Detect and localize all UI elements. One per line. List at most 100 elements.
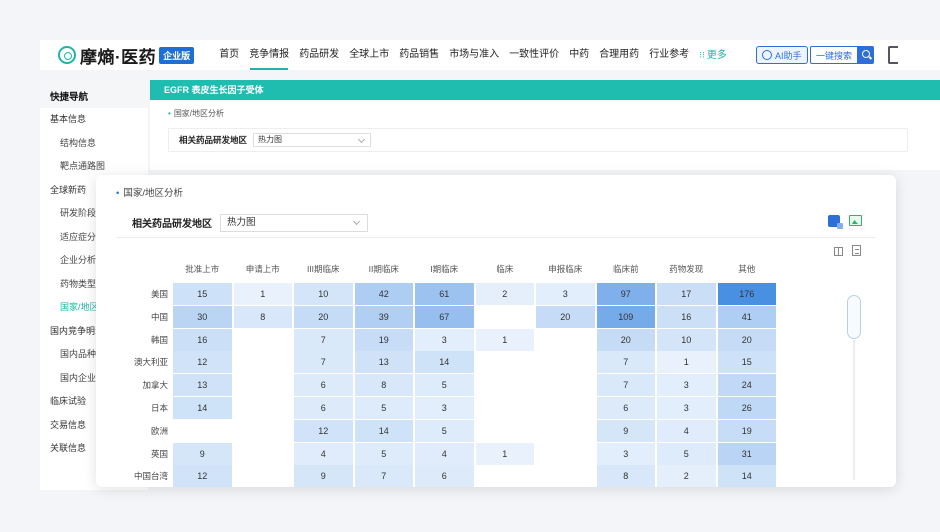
heatmap-cell[interactable]: [536, 419, 595, 442]
heatmap-cell[interactable]: [475, 397, 534, 419]
heatmap-cell[interactable]: 39: [354, 305, 413, 328]
heatmap-cell[interactable]: 9: [173, 442, 232, 465]
nav-more[interactable]: ⁝⁝ 更多: [694, 40, 732, 70]
heatmap-cell[interactable]: 20: [596, 328, 655, 351]
heatmap-cell[interactable]: 13: [354, 351, 413, 374]
heatmap-cell[interactable]: [475, 419, 534, 442]
heatmap-cell[interactable]: 8: [233, 305, 292, 328]
heatmap-cell[interactable]: 19: [717, 419, 776, 442]
heatmap-cell[interactable]: 7: [354, 465, 413, 487]
heatmap-cell[interactable]: 14: [717, 465, 776, 487]
nav-item[interactable]: 中药: [564, 40, 594, 70]
heatmap-cell[interactable]: 97: [596, 283, 655, 305]
heatmap-cell[interactable]: [536, 442, 595, 465]
heatmap-cell[interactable]: 8: [596, 465, 655, 487]
heatmap-cell[interactable]: [173, 419, 232, 442]
heatmap-cell[interactable]: 15: [173, 283, 232, 305]
heatmap-cell[interactable]: [475, 374, 534, 397]
heatmap-cell[interactable]: [233, 374, 292, 397]
heatmap-cell[interactable]: [233, 419, 292, 442]
heatmap-cell[interactable]: 1: [233, 283, 292, 305]
excel-export-icon[interactable]: [828, 215, 843, 229]
heatmap-cell[interactable]: [536, 351, 595, 374]
heatmap-cell[interactable]: 61: [415, 283, 474, 305]
heatmap-cell[interactable]: [536, 328, 595, 351]
heatmap-cell[interactable]: 31: [717, 442, 776, 465]
heatmap-cell[interactable]: 12: [294, 419, 353, 442]
heatmap-cell[interactable]: [233, 442, 292, 465]
nav-item[interactable]: 首页: [214, 40, 244, 70]
nav-item[interactable]: 全球上市: [344, 40, 394, 70]
heatmap-cell[interactable]: 8: [354, 374, 413, 397]
chart-type-select[interactable]: 热力图: [220, 213, 368, 232]
heatmap-cell[interactable]: 20: [294, 305, 353, 328]
heatmap-cell[interactable]: 17: [657, 283, 716, 305]
heatmap-cell[interactable]: [233, 397, 292, 419]
heatmap-cell[interactable]: 67: [415, 305, 474, 328]
heatmap-cell[interactable]: 16: [657, 305, 716, 328]
heatmap-cell[interactable]: [233, 328, 292, 351]
heatmap-cell[interactable]: [536, 374, 595, 397]
heatmap-cell[interactable]: 12: [173, 465, 232, 487]
heatmap-cell[interactable]: 3: [657, 397, 716, 419]
image-export-icon[interactable]: [849, 215, 862, 226]
heatmap-cell[interactable]: 7: [596, 374, 655, 397]
heatmap-cell[interactable]: 5: [354, 397, 413, 419]
heatmap-cell[interactable]: [233, 465, 292, 487]
heatmap-cell[interactable]: 14: [415, 351, 474, 374]
nav-item[interactable]: 市场与准入: [444, 40, 504, 70]
nav-item[interactable]: 合理用药: [594, 40, 644, 70]
heatmap-cell[interactable]: 4: [415, 442, 474, 465]
heatmap-cell[interactable]: 7: [294, 351, 353, 374]
heatmap-cell[interactable]: [475, 465, 534, 487]
heatmap-cell[interactable]: 12: [173, 351, 232, 374]
heatmap-cell[interactable]: 1: [475, 442, 534, 465]
table-view-icon[interactable]: [834, 247, 843, 256]
heatmap-cell[interactable]: 16: [173, 328, 232, 351]
heatmap-cell[interactable]: 15: [717, 351, 776, 374]
heatmap-cell[interactable]: 4: [657, 419, 716, 442]
heatmap-cell[interactable]: 6: [596, 397, 655, 419]
heatmap-cell[interactable]: 10: [657, 328, 716, 351]
sidebar-item[interactable]: 基本信息: [40, 108, 148, 132]
heatmap-cell[interactable]: 13: [173, 374, 232, 397]
heatmap-cell[interactable]: [475, 305, 534, 328]
heatmap-cell[interactable]: 3: [596, 442, 655, 465]
heatmap-cell[interactable]: 20: [536, 305, 595, 328]
heatmap-cell[interactable]: 14: [173, 397, 232, 419]
heatmap-cell[interactable]: 14: [354, 419, 413, 442]
heatmap-cell[interactable]: 24: [717, 374, 776, 397]
heatmap-cell[interactable]: 20: [717, 328, 776, 351]
heatmap-cell[interactable]: 5: [354, 442, 413, 465]
heatmap-cell[interactable]: 3: [657, 374, 716, 397]
heatmap-cell[interactable]: 6: [415, 465, 474, 487]
heatmap-cell[interactable]: 10: [294, 283, 353, 305]
heatmap-cell[interactable]: 41: [717, 305, 776, 328]
nav-item[interactable]: 药品销售: [394, 40, 444, 70]
heatmap-cell[interactable]: 42: [354, 283, 413, 305]
heatmap-cell[interactable]: 2: [657, 465, 716, 487]
heatmap-cell[interactable]: 109: [596, 305, 655, 328]
heatmap-cell[interactable]: 9: [596, 419, 655, 442]
heatmap-cell[interactable]: 7: [294, 328, 353, 351]
heatmap-cell[interactable]: 19: [354, 328, 413, 351]
ai-assistant-button[interactable]: AI助手: [756, 46, 808, 64]
bg-chart-type-select[interactable]: 热力图: [253, 133, 372, 147]
heatmap-cell[interactable]: 26: [717, 397, 776, 419]
heatmap-cell[interactable]: 5: [415, 419, 474, 442]
heatmap-cell[interactable]: 6: [294, 397, 353, 419]
heatmap-cell[interactable]: 1: [657, 351, 716, 374]
search-button[interactable]: [858, 46, 874, 64]
nav-item[interactable]: 行业参考: [644, 40, 694, 70]
heatmap-cell[interactable]: 176: [717, 283, 776, 305]
scrollbar[interactable]: [847, 295, 861, 339]
heatmap-cell[interactable]: 1: [475, 328, 534, 351]
heatmap-cell[interactable]: 9: [294, 465, 353, 487]
search-input[interactable]: 一键搜索: [810, 46, 858, 64]
document-icon[interactable]: [852, 245, 861, 256]
heatmap-cell[interactable]: 2: [475, 283, 534, 305]
sidebar-item[interactable]: 结构信息: [40, 132, 148, 156]
heatmap-cell[interactable]: [536, 397, 595, 419]
heatmap-cell[interactable]: 3: [536, 283, 595, 305]
heatmap-cell[interactable]: [536, 465, 595, 487]
